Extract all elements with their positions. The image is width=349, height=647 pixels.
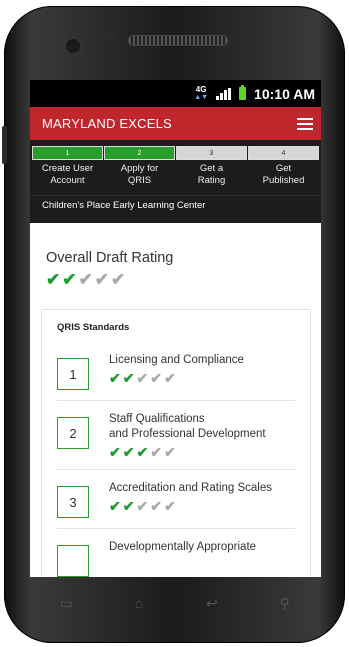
step-label: Create User Account: [41, 163, 94, 186]
battery-icon: [239, 85, 247, 100]
standard-name: Licensing and Compliance: [109, 354, 244, 366]
standard-item[interactable]: 2 Staff Qualifications and Professional D…: [57, 401, 295, 470]
step-number: 1: [32, 146, 103, 160]
standard-item[interactable]: 1 Licensing and Compliance ✔ ✔ ✔ ✔ ✔: [57, 342, 295, 401]
app-header: MARYLAND EXCELS: [30, 107, 321, 140]
back-icon[interactable]: ↩: [197, 595, 227, 612]
standard-name: Staff Qualifications and Professional Dev…: [109, 413, 266, 440]
check-earned-icon: ✔: [109, 444, 121, 460]
network-4g-icon: 4G ▲▼: [194, 84, 209, 101]
main-content: Overall Draft Rating ✔ ✔ ✔ ✔ ✔ QRIS Standard…: [30, 250, 321, 577]
check-unearned-icon: ✔: [150, 370, 162, 386]
network-label: 4G: [195, 84, 207, 94]
step-number: 2: [104, 146, 175, 160]
step-get-published[interactable]: 4 Get Published: [248, 146, 319, 187]
step-create-account[interactable]: 1 Create User Account: [32, 146, 103, 187]
step-label: Get Published: [262, 163, 305, 186]
check-unearned-icon: ✔: [136, 370, 149, 386]
check-unearned-icon: ✔: [163, 370, 176, 386]
standard-number: [57, 545, 89, 577]
check-earned-icon: ✔: [46, 270, 61, 289]
standards-title: QRIS Standards: [57, 322, 130, 333]
check-earned-icon: ✔: [136, 444, 149, 460]
home-icon[interactable]: ⌂: [124, 595, 154, 611]
overall-rating-checks: ✔ ✔ ✔ ✔ ✔: [46, 271, 321, 289]
status-bar: 4G ▲▼ 10:10 AM: [30, 80, 321, 107]
step-number: 3: [176, 146, 247, 160]
search-icon[interactable]: ⚲: [270, 595, 300, 612]
standard-name: Accreditation and Rating Scales: [109, 482, 273, 494]
check-earned-icon: ✔: [122, 498, 135, 514]
check-unearned-icon: ✔: [94, 270, 109, 289]
standard-name: Developmentally Appropriate: [109, 541, 257, 553]
brand-logo[interactable]: MARYLAND EXCELS: [42, 116, 172, 131]
check-unearned-icon: ✔: [111, 270, 126, 289]
check-unearned-icon: ✔: [163, 444, 176, 460]
step-label: Apply for QRIS: [120, 163, 159, 186]
signal-icon: [216, 87, 232, 100]
screen: 4G ▲▼ 10:10 AM MARYLAND EXCELS 1 Create U…: [30, 80, 321, 577]
proximity-sensor: [107, 35, 117, 39]
earpiece-speaker: [128, 35, 228, 46]
standards-card: QRIS Standards 1 Licensing and Complianc…: [41, 309, 311, 577]
hardware-nav-bar: ▭ ⌂ ↩ ⚲: [30, 583, 321, 623]
center-name: Children's Place Early Learning Center: [30, 195, 321, 223]
step-label: Get a Rating: [197, 163, 226, 186]
check-unearned-icon: ✔: [150, 498, 162, 514]
standard-rating-checks: ✔ ✔ ✔ ✔ ✔: [109, 499, 272, 513]
standard-item[interactable]: Developmentally Appropriate: [57, 529, 295, 577]
hamburger-menu-icon[interactable]: [297, 117, 313, 130]
check-earned-icon: ✔: [109, 498, 121, 514]
step-apply-qris[interactable]: 2 Apply for QRIS: [104, 146, 175, 187]
check-unearned-icon: ✔: [163, 498, 176, 514]
check-earned-icon: ✔: [62, 270, 77, 289]
check-unearned-icon: ✔: [150, 444, 162, 460]
overall-rating-title: Overall Draft Rating: [46, 250, 174, 266]
standard-number: 2: [57, 417, 89, 449]
volume-button: [2, 126, 7, 164]
step-get-rating[interactable]: 3 Get a Rating: [176, 146, 247, 187]
check-unearned-icon: ✔: [136, 498, 149, 514]
check-earned-icon: ✔: [109, 370, 121, 386]
standard-rating-checks: ✔ ✔ ✔ ✔ ✔: [109, 371, 244, 385]
check-earned-icon: ✔: [122, 444, 135, 460]
standard-item[interactable]: 3 Accreditation and Rating Scales ✔ ✔ ✔ ✔ ✔: [57, 470, 295, 529]
check-unearned-icon: ✔: [78, 270, 93, 289]
front-camera: [64, 37, 82, 55]
standard-number: 3: [57, 486, 89, 518]
standard-rating-checks: ✔ ✔ ✔ ✔ ✔: [109, 445, 266, 459]
clock: 10:10 AM: [254, 85, 315, 102]
step-number: 4: [248, 146, 319, 160]
standard-number: 1: [57, 358, 89, 390]
check-earned-icon: ✔: [122, 370, 135, 386]
progress-steps: 1 Create User Account 2 Apply for QRIS 3 G…: [30, 140, 321, 195]
menu-icon[interactable]: ▭: [51, 595, 81, 612]
